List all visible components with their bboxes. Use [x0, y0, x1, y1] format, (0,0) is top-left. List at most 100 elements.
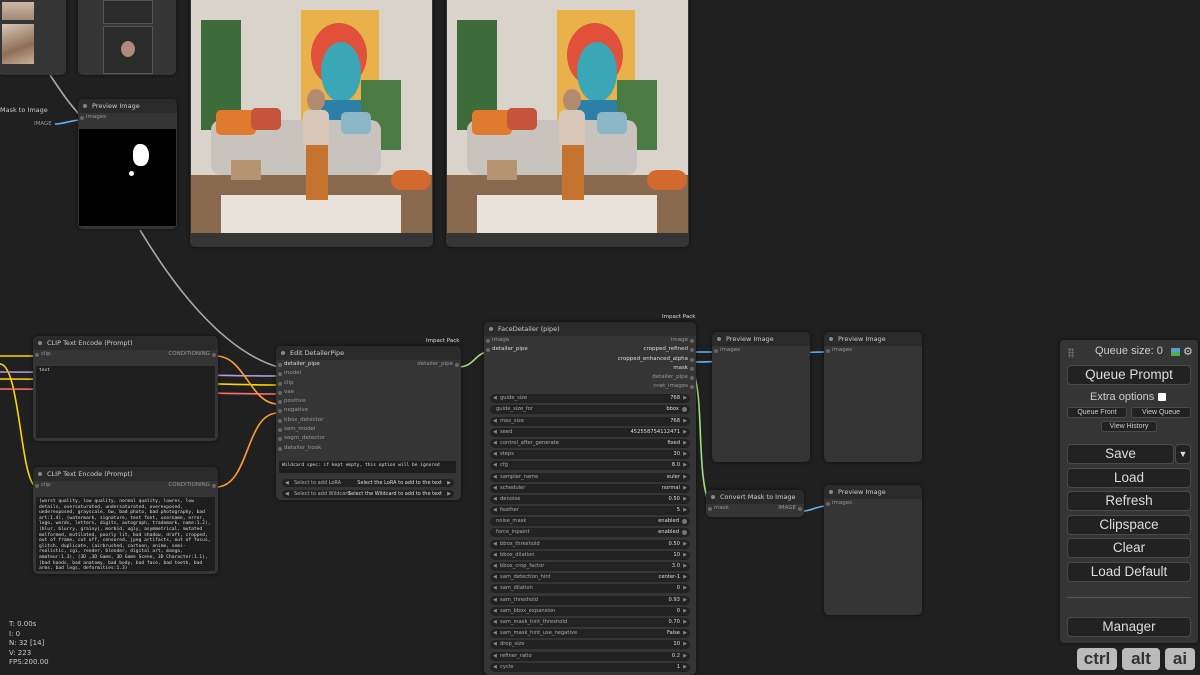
queue-front-button[interactable]: Queue Front	[1067, 407, 1127, 418]
arrow-right-icon[interactable]: ▶	[683, 506, 687, 515]
widget-max-size[interactable]: ◀ max_size 768 ▶	[490, 416, 690, 426]
arrow-right-icon[interactable]: ▶	[683, 663, 687, 672]
collapse-dot-icon[interactable]	[38, 341, 42, 345]
crop-preview-node[interactable]	[78, 0, 176, 75]
collapse-dot-icon[interactable]	[489, 327, 493, 331]
arrow-left-icon[interactable]: ◀	[493, 551, 497, 560]
arrow-left-icon[interactable]: ◀	[493, 439, 497, 448]
input-clip[interactable]: clip	[35, 481, 51, 490]
refresh-button[interactable]: Refresh	[1067, 491, 1191, 511]
arrow-right-icon[interactable]: ▶	[683, 551, 687, 560]
face-detailer-pipe-node[interactable]: FaceDetailer (pipe) image image detailer_p…	[484, 322, 696, 675]
output-conditioning[interactable]: CONDITIONING	[168, 481, 216, 490]
toggle-dot-icon[interactable]	[682, 407, 687, 413]
collapse-dot-icon[interactable]	[38, 472, 42, 476]
arrow-left-icon[interactable]: ◀	[493, 461, 497, 470]
input-slot[interactable]: model	[277, 369, 301, 378]
arrow-right-icon[interactable]: ▶	[683, 607, 687, 616]
output-slot[interactable]: cropped_refined	[644, 345, 694, 354]
arrow-right-icon[interactable]: ▶	[683, 473, 687, 482]
widget-sam-mask-hint-threshold[interactable]: ◀ sam_mask_hint_threshold 0.70 ▶	[490, 617, 690, 627]
arrow-left-icon[interactable]: ◀	[493, 629, 497, 638]
preview-image-node-b[interactable]: Preview Image images	[824, 332, 922, 462]
queue-prompt-button[interactable]: Queue Prompt	[1067, 365, 1191, 385]
arrow-left-icon[interactable]: ◀	[493, 450, 497, 459]
batch-image-node[interactable]	[0, 0, 66, 75]
input-clip[interactable]: clip	[35, 350, 51, 359]
preview-image-node-a[interactable]: Preview Image images	[712, 332, 810, 462]
drag-handle-icon[interactable]	[1068, 348, 1074, 358]
output-detailer-pipe[interactable]: detailer_pipe	[417, 360, 459, 369]
collapse-dot-icon[interactable]	[83, 104, 87, 108]
arrow-left-icon[interactable]: ◀	[493, 428, 497, 437]
image-preview-after[interactable]	[446, 0, 689, 247]
arrow-right-icon[interactable]: ▶	[683, 484, 687, 493]
manager-button[interactable]: Manager	[1067, 617, 1191, 637]
negative-prompt-textarea[interactable]: (worst quality, low quality, normal qual…	[36, 497, 215, 571]
view-history-button[interactable]: View History	[1101, 421, 1157, 432]
output-slot[interactable]: detailer_pipe	[652, 373, 694, 382]
input-slot[interactable]: negative	[277, 406, 308, 415]
widget-refiner-ratio[interactable]: ◀ refiner_ratio 0.2 ▶	[490, 651, 690, 661]
input-slot[interactable]: vae	[277, 388, 294, 397]
collapse-dot-icon[interactable]	[281, 351, 285, 355]
arrow-left-icon[interactable]: ◀	[493, 540, 497, 549]
save-dropdown-arrow[interactable]: ▼	[1175, 444, 1191, 464]
widget-force-inpaint[interactable]: force_inpaint enabled	[490, 528, 690, 538]
output-slot[interactable]: image	[671, 336, 695, 345]
save-button[interactable]: Save	[1067, 444, 1174, 464]
output-slot[interactable]: cnet_images	[653, 382, 694, 391]
input-mask[interactable]: mask	[708, 504, 729, 513]
arrow-left-icon[interactable]: ◀	[493, 473, 497, 482]
widget-sam-dilation[interactable]: ◀ sam_dilation 0 ▶	[490, 584, 690, 594]
output-slot[interactable]: mask	[673, 364, 694, 373]
gear-icon[interactable]: ⚙	[1183, 345, 1193, 358]
clear-button[interactable]: Clear	[1067, 538, 1191, 558]
collapse-dot-icon[interactable]	[829, 337, 833, 341]
arrow-left-icon[interactable]: ◀	[493, 562, 497, 571]
extra-options-checkbox[interactable]	[1158, 393, 1166, 401]
input-detailer-pipe[interactable]: detailer_pipe	[486, 345, 528, 354]
toggle-dot-icon[interactable]	[682, 530, 687, 536]
widget-guide-size-for[interactable]: guide_size_for bbox	[490, 405, 690, 415]
arrow-right-icon[interactable]: ▶	[683, 640, 687, 649]
arrow-left-icon[interactable]: ◀	[493, 663, 497, 672]
widget-steps[interactable]: ◀ steps 30 ▶	[490, 450, 690, 460]
collapse-dot-icon[interactable]	[711, 495, 715, 499]
arrow-right-icon[interactable]: ▶	[683, 394, 687, 403]
edit-detailer-pipe-node[interactable]: Edit DetailerPipe detailer_pipe detailer_…	[276, 346, 461, 500]
widget-bbox-crop-factor[interactable]: ◀ bbox_crop_factor 3.0 ▶	[490, 562, 690, 571]
arrow-right-icon[interactable]: ▶	[683, 417, 687, 426]
convert-mask-to-image-node[interactable]: Convert Mask to Image mask IMAGE	[706, 490, 804, 517]
input-slot[interactable]: bbox_detector	[277, 416, 323, 425]
arrow-left-icon[interactable]: ◀	[493, 652, 497, 661]
arrow-right-icon[interactable]: ▶	[683, 495, 687, 504]
widget-drop-size[interactable]: ◀ drop_size 10 ▶	[490, 640, 690, 650]
input-image[interactable]: image	[485, 336, 509, 345]
preview-image-mask-node[interactable]: Preview Image images	[78, 99, 177, 229]
input-images[interactable]: images	[80, 113, 106, 122]
widget-sam-mask-hint-use-negative[interactable]: ◀ sam_mask_hint_use_negative False ▶	[490, 629, 690, 639]
wildcard-select[interactable]: ◀ Select to add Wildcard Select the Wild…	[282, 490, 454, 498]
widget-sam-bbox-expansion[interactable]: ◀ sam_bbox_expansion 0 ▶	[490, 606, 690, 616]
widget-sam-detection-hint[interactable]: ◀ sam_detection_hint center-1 ▶	[490, 573, 690, 583]
load-default-button[interactable]: Load Default	[1067, 562, 1191, 582]
widget-scheduler[interactable]: ◀ scheduler normal ▶	[490, 483, 690, 493]
wildcard-textarea[interactable]: Wildcard spec: if kept empty, this optio…	[279, 461, 456, 473]
widget-sampler-name[interactable]: ◀ sampler_name euler ▶	[490, 472, 690, 482]
widget-denoise[interactable]: ◀ denoise 0.50 ▶	[490, 494, 690, 504]
arrow-right-icon[interactable]: ▶	[683, 652, 687, 661]
input-slot[interactable]: positive	[278, 397, 306, 406]
input-images[interactable]: images	[826, 499, 852, 508]
arrow-right-icon[interactable]: ▶	[683, 629, 687, 638]
arrow-right-icon[interactable]: ▶	[683, 618, 687, 627]
arrow-left-icon[interactable]: ◀	[493, 394, 497, 403]
input-slot[interactable]: sam_model	[277, 425, 315, 434]
arrow-right-icon[interactable]: ▶	[683, 450, 687, 459]
arrow-left-icon[interactable]: ◀	[493, 506, 497, 515]
toggle-dot-icon[interactable]	[682, 519, 687, 525]
arrow-right-icon[interactable]: ▶	[683, 573, 687, 582]
arrow-right-icon[interactable]: ▶	[683, 439, 687, 448]
arrow-left-icon[interactable]: ◀	[493, 484, 497, 493]
mask-to-image-node[interactable]: Mask to Image IMAGE	[0, 103, 60, 131]
